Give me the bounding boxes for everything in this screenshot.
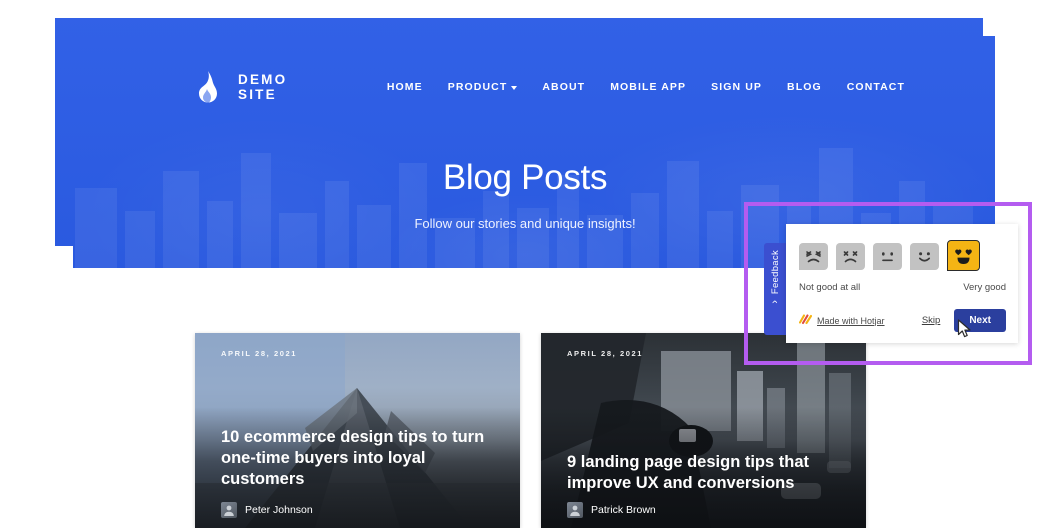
hotjar-logo-icon — [798, 312, 813, 330]
nav-item-contact[interactable]: CONTACT — [847, 81, 905, 93]
hero-corner-notch-top-right — [983, 18, 995, 36]
made-with-hotjar-label: Made with Hotjar — [817, 315, 885, 326]
nav-item-blog-label: BLOG — [787, 81, 822, 93]
rating-scale — [799, 240, 980, 271]
rating-scale-labels: Not good at all Very good — [799, 282, 1006, 293]
chevron-right-icon: › — [768, 300, 781, 304]
nav-item-mobile-app[interactable]: MOBILE APP — [610, 81, 686, 93]
made-with-hotjar-link[interactable]: Made with Hotjar — [798, 312, 885, 330]
site-navbar: DEMO SITE HOME PRODUCT ABOUT MOBILE APP … — [55, 56, 995, 118]
next-button[interactable]: Next — [954, 309, 1006, 332]
chevron-down-icon — [511, 86, 518, 90]
feedback-tab[interactable]: Feedback › — [764, 243, 786, 335]
card-author: Patrick Brown — [567, 502, 656, 518]
scale-low-label: Not good at all — [799, 282, 861, 293]
scale-high-label: Very good — [963, 282, 1006, 293]
nav-item-sign-up-label: SIGN UP — [711, 81, 763, 93]
sad-face-icon[interactable] — [836, 243, 865, 270]
angry-face-icon[interactable] — [799, 243, 828, 270]
nav-item-about[interactable]: ABOUT — [542, 81, 585, 93]
card-title[interactable]: 10 ecommerce design tips to turn one-tim… — [221, 427, 502, 490]
feedback-survey-panel: Not good at all Very good Made with Hotj… — [786, 224, 1018, 343]
card-author-name: Patrick Brown — [591, 504, 656, 516]
blog-card[interactable]: APRIL 28, 2021 10 ecommerce design tips … — [195, 333, 520, 528]
user-avatar-icon — [567, 502, 583, 518]
nav-item-mobile-app-label: MOBILE APP — [610, 81, 687, 93]
brand-name: DEMO SITE — [238, 72, 288, 102]
card-author: Peter Johnson — [221, 502, 313, 518]
card-date: APRIL 28, 2021 — [567, 349, 644, 358]
blog-card[interactable]: APRIL 28, 2021 9 landing page design tip… — [541, 333, 866, 528]
nav-item-product[interactable]: PRODUCT — [448, 81, 518, 93]
flame-icon — [195, 70, 221, 104]
skip-button[interactable]: Skip — [922, 315, 940, 326]
smile-face-icon[interactable] — [910, 243, 939, 270]
nav-item-contact-label: CONTACT — [846, 81, 905, 93]
nav-links: HOME PRODUCT ABOUT MOBILE APP SIGN UP BL… — [387, 81, 905, 93]
page-title: Blog Posts — [442, 158, 608, 197]
card-author-name: Peter Johnson — [245, 504, 313, 516]
card-title[interactable]: 9 landing page design tips that improve … — [567, 452, 848, 494]
blog-card-grid: APRIL 28, 2021 10 ecommerce design tips … — [195, 333, 866, 528]
heart-eyes-face-icon[interactable] — [947, 240, 980, 271]
nav-item-blog[interactable]: BLOG — [787, 81, 822, 93]
hero-corner-notch-bottom-left — [55, 246, 73, 268]
brand-logo-group[interactable]: DEMO SITE — [195, 70, 309, 104]
neutral-face-icon[interactable] — [873, 243, 902, 270]
nav-item-about-label: ABOUT — [542, 81, 586, 93]
nav-item-product-label: PRODUCT — [447, 81, 508, 93]
card-date: APRIL 28, 2021 — [221, 349, 298, 358]
nav-item-home[interactable]: HOME — [387, 81, 423, 93]
nav-item-home-label: HOME — [386, 81, 423, 93]
feedback-panel-footer: Made with Hotjar Skip Next — [798, 309, 1006, 332]
user-avatar-icon — [221, 502, 237, 518]
nav-item-sign-up[interactable]: SIGN UP — [711, 81, 762, 93]
feedback-tab-label: Feedback — [769, 250, 781, 295]
